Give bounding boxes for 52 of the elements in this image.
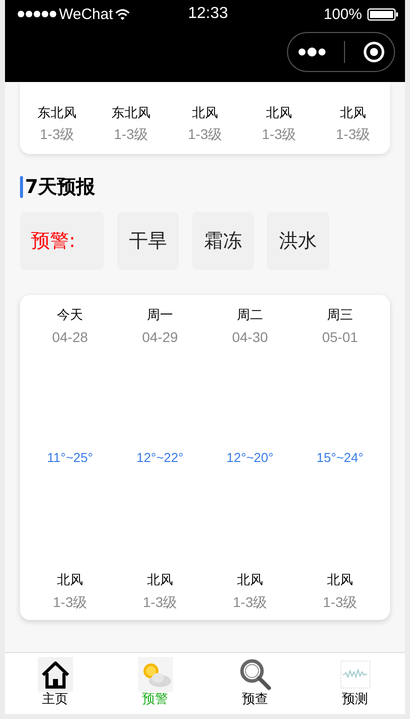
carrier-name: WeChat [59,6,113,22]
more-button[interactable] [296,47,327,57]
day-name: 周三 [327,307,353,324]
wind-level: 1-3级 [262,126,296,144]
warning-tag: 干旱 [117,212,179,270]
close-button[interactable] [363,41,386,63]
tab-item[interactable]: 主页 [5,653,105,714]
section-title: 7天预报 [25,175,96,200]
warning-label: 预警: [20,212,104,270]
wind-level: 1-3级 [114,126,148,144]
wind-level: 1-3级 [322,594,358,612]
wind-direction: 北风 [147,572,173,589]
wind-direction: 北风 [57,572,83,589]
tab-item[interactable]: 预查 [205,653,305,714]
wind-direction: 东北风 [38,105,76,122]
house-icon [38,657,72,692]
wind-direction: 北风 [237,572,263,589]
wind-level: 1-3级 [232,594,268,612]
signal-icon [17,9,57,19]
wind-level: 1-3级 [336,126,370,144]
day-name: 今天 [57,307,83,324]
search-icon [238,657,272,692]
more-icon [296,47,327,57]
target-icon [363,41,386,63]
temperature-range: 12°~20° [226,450,274,465]
forecast-date: 04-29 [142,329,178,345]
temperature-range: 15°~24° [316,450,364,465]
warning-tag: 霜冻 [192,212,254,270]
wind-direction: 北风 [266,105,292,122]
title-accent [20,176,23,198]
day-name: 周二 [237,307,263,324]
wind-level: 1-3级 [52,594,88,612]
clock: 12:33 [188,5,228,23]
wind-direction: 东北风 [112,105,150,122]
wind-level: 1-3级 [142,594,178,612]
forecast-date: 04-28 [52,329,88,345]
battery-percent: 100% [324,6,362,22]
tab-item[interactable]: 预测 [305,653,405,714]
forecast-date: 04-30 [232,329,268,345]
wind-direction: 北风 [327,572,353,589]
day-name: 周一 [147,307,173,324]
wind-direction: 北风 [192,105,218,122]
wind-level: 1-3级 [40,126,74,144]
wifi-icon [114,8,130,20]
temperature-range: 12°~22° [136,450,184,465]
warning-tag: 洪水 [267,212,329,270]
sun-cloud-icon [138,657,172,692]
temperature-range: 11°~25° [47,450,93,465]
wind-level: 1-3级 [188,126,222,144]
wind-direction: 北风 [340,105,366,122]
forecast-date: 05-01 [322,329,358,345]
battery-icon [366,8,399,20]
